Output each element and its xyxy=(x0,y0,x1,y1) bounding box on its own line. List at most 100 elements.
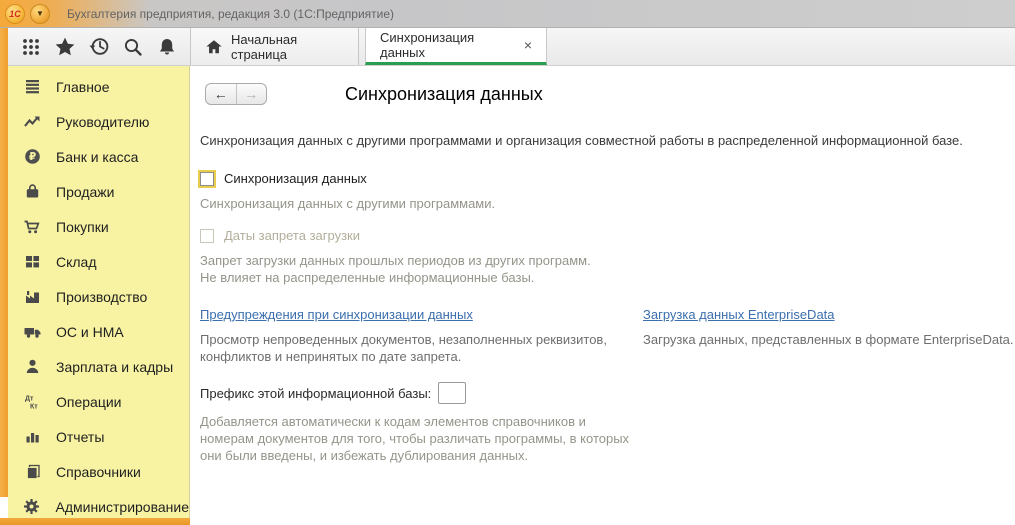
back-button[interactable]: ← xyxy=(206,84,237,104)
ban-dates-description-line1: Запрет загрузки данных прошлых периодов … xyxy=(200,252,1015,269)
menu-grid-icon xyxy=(21,37,41,57)
sidebar-item-operations[interactable]: Дт Кт Операции xyxy=(8,384,189,419)
window-frame-left xyxy=(0,0,8,497)
sync-description: Синхронизация данных с другими программа… xyxy=(200,195,1015,212)
tab-data-sync-label: Синхронизация данных xyxy=(380,30,516,60)
intro-text: Синхронизация данных с другими программа… xyxy=(200,133,1015,148)
warnings-link-block: Предупреждения при синхронизации данных … xyxy=(200,306,643,365)
sidebar-item-label: Операции xyxy=(56,394,122,410)
prefix-description: Добавляется автоматически к кодам элемен… xyxy=(200,413,1015,464)
forward-button[interactable]: → xyxy=(237,84,267,104)
sidebar-item-label: Производство xyxy=(56,289,147,305)
sidebar-item-label: Главное xyxy=(56,79,110,95)
page-header: ← → Синхронизация данных xyxy=(200,82,1015,106)
sidebar-item-label: Продажи xyxy=(56,184,114,200)
warnings-link[interactable]: Предупреждения при синхронизации данных xyxy=(200,307,473,322)
ban-dates-description: Запрет загрузки данных прошлых периодов … xyxy=(200,252,1015,286)
1c-logo-icon: 1С xyxy=(5,4,25,24)
sidebar-item-label: Покупки xyxy=(56,219,109,235)
sync-checkbox-row: Синхронизация данных xyxy=(200,171,1015,186)
search-button[interactable] xyxy=(116,32,150,62)
sidebar-item-label: Справочники xyxy=(56,464,141,480)
main-content: ← → Синхронизация данных Синхронизация д… xyxy=(190,66,1015,525)
sidebar-item-manager[interactable]: Руководителю xyxy=(8,104,189,139)
warehouse-icon xyxy=(21,253,43,270)
prefix-input[interactable] xyxy=(438,382,466,404)
tab-close-icon[interactable]: × xyxy=(524,37,532,53)
sidebar-item-label: Администрирование xyxy=(56,499,190,515)
favorites-button[interactable] xyxy=(48,32,82,62)
star-icon xyxy=(54,36,76,58)
sidebar-item-label: Отчеты xyxy=(56,429,104,445)
sidebar-item-label: ОС и НМА xyxy=(56,324,124,340)
warnings-link-description: Просмотр непроведенных документов, незап… xyxy=(200,331,632,365)
ban-dates-description-line2: Не влияет на распределенные информационн… xyxy=(200,269,1015,286)
dtkt-icon: Дт Кт xyxy=(21,393,43,410)
cart-icon xyxy=(21,218,43,235)
window-title: Бухгалтерия предприятия, редакция 3.0 (1… xyxy=(67,7,394,21)
menu-grid-button[interactable] xyxy=(14,32,48,62)
titlebar: 1С ▼ Бухгалтерия предприятия, редакция 3… xyxy=(0,0,1015,28)
sidebar-item-label: Банк и касса xyxy=(56,149,138,165)
main-menu-button[interactable]: ▼ xyxy=(30,4,50,24)
ruble-icon: ₽ xyxy=(21,148,43,165)
svg-text:₽: ₽ xyxy=(28,151,35,163)
ban-dates-checkbox-row: Даты запрета загрузки xyxy=(200,228,1015,243)
chevron-down-icon: ▼ xyxy=(36,9,44,18)
prefix-label: Префикс этой информационной базы: xyxy=(200,386,431,401)
sync-checkbox-label[interactable]: Синхронизация данных xyxy=(224,171,367,186)
truck-icon xyxy=(21,323,43,340)
prefix-row: Префикс этой информационной базы: xyxy=(200,382,1015,404)
tab-home-label: Начальная страница xyxy=(231,32,344,62)
sidebar-item-main[interactable]: Главное xyxy=(8,69,189,104)
warnings-link-description-line1: Просмотр непроведенных документов, незап… xyxy=(200,331,632,348)
sidebar-item-fixed-assets[interactable]: ОС и НМА xyxy=(8,314,189,349)
links-section: Предупреждения при синхронизации данных … xyxy=(200,306,1015,365)
sidebar-item-label: Склад xyxy=(56,254,97,270)
tab-data-sync[interactable]: Синхронизация данных × xyxy=(365,28,547,65)
warnings-link-description-line2: конфликтов и непринятых по дате запрета. xyxy=(200,348,632,365)
prefix-description-line1: Добавляется автоматически к кодам элемен… xyxy=(200,413,1015,430)
tab-home[interactable]: Начальная страница xyxy=(190,28,359,65)
enterprisedata-link-block: Загрузка данных EnterpriseData Загрузка … xyxy=(643,306,1013,365)
page-title: Синхронизация данных xyxy=(345,84,543,105)
trend-icon xyxy=(21,113,43,130)
sidebar-item-label: Зарплата и кадры xyxy=(56,359,173,375)
sync-checkbox[interactable] xyxy=(200,172,214,186)
prefix-description-line3: они были введены, и избежать дублировани… xyxy=(200,447,1015,464)
history-nav-buttons: ← → xyxy=(205,83,267,105)
sidebar-item-reports[interactable]: Отчеты xyxy=(8,419,189,454)
history-icon xyxy=(89,36,110,57)
sidebar-item-production[interactable]: Производство xyxy=(8,279,189,314)
history-button[interactable] xyxy=(82,32,116,62)
enterprisedata-link-description: Загрузка данных, представленных в формат… xyxy=(643,331,1015,348)
sidebar-item-label: Руководителю xyxy=(56,114,149,130)
enterprisedata-link[interactable]: Загрузка данных EnterpriseData xyxy=(643,307,835,322)
prefix-description-line2: номерам документов для того, чтобы разли… xyxy=(200,430,1015,447)
sections-icon xyxy=(21,78,43,95)
factory-icon xyxy=(21,288,43,305)
bag-icon xyxy=(21,183,43,200)
person-icon xyxy=(21,358,43,375)
books-icon xyxy=(21,463,43,480)
sidebar-item-purchases[interactable]: Покупки xyxy=(8,209,189,244)
svg-text:Кт: Кт xyxy=(30,404,38,411)
ban-dates-checkbox-label: Даты запрета загрузки xyxy=(224,228,360,243)
window-frame-bottom xyxy=(0,518,190,525)
sidebar-item-payroll[interactable]: Зарплата и кадры xyxy=(8,349,189,384)
svg-text:Дт: Дт xyxy=(25,396,34,403)
quick-toolbar xyxy=(8,28,190,65)
sidebar: Главное Руководителю ₽ Банк и касса Прод… xyxy=(8,66,190,518)
sidebar-item-directories[interactable]: Справочники xyxy=(8,454,189,489)
search-icon xyxy=(123,37,143,57)
tab-bar: Начальная страница Синхронизация данных … xyxy=(8,28,1015,66)
bell-icon xyxy=(157,37,177,57)
ban-dates-checkbox[interactable] xyxy=(200,229,214,243)
gear-icon xyxy=(21,498,43,515)
home-icon xyxy=(205,38,223,56)
chart-icon xyxy=(21,428,43,445)
notifications-button[interactable] xyxy=(150,32,184,62)
sidebar-item-sales[interactable]: Продажи xyxy=(8,174,189,209)
sidebar-item-warehouse[interactable]: Склад xyxy=(8,244,189,279)
sidebar-item-bank[interactable]: ₽ Банк и касса xyxy=(8,139,189,174)
